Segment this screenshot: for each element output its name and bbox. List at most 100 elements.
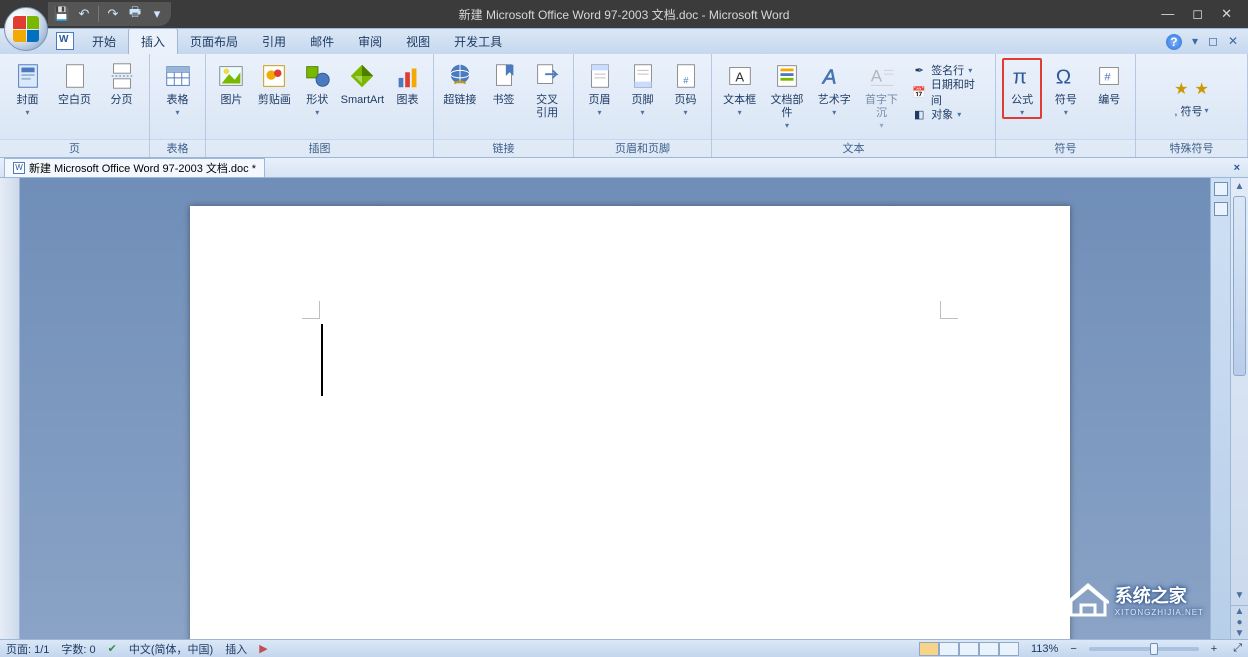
- scroll-thumb[interactable]: [1233, 196, 1246, 376]
- table-button[interactable]: 表格▾: [156, 58, 199, 117]
- zoom-out-button[interactable]: −: [1070, 643, 1076, 655]
- browse-object-icon[interactable]: ●: [1236, 617, 1242, 628]
- window-title: 新建 Microsoft Office Word 97-2003 文档.doc …: [0, 6, 1248, 23]
- side-panel: [1210, 178, 1230, 639]
- wordart-button[interactable]: A 艺术字▾: [813, 58, 856, 117]
- object-button[interactable]: ◧ 对象 ▾: [911, 104, 985, 124]
- chart-button[interactable]: 图表: [388, 58, 427, 107]
- bookmark-button[interactable]: 书签: [484, 58, 524, 107]
- text-cursor: [321, 324, 323, 396]
- group-links: 超链接 书签 交叉 引用 链接: [434, 54, 574, 157]
- smartart-button[interactable]: SmartArt: [341, 58, 384, 107]
- blank-page-button[interactable]: 空白页: [53, 58, 96, 107]
- picture-button[interactable]: 图片: [212, 58, 251, 107]
- table-icon: [162, 60, 194, 92]
- signature-icon: ✒: [911, 62, 927, 78]
- qat-more-icon[interactable]: ▾: [149, 6, 165, 22]
- ribbon-restore-icon[interactable]: ◻: [1208, 34, 1218, 50]
- next-page-icon[interactable]: ▼: [1235, 628, 1245, 639]
- qat-save-icon[interactable]: 💾: [54, 6, 70, 22]
- footer-icon: [627, 60, 659, 92]
- tab-home[interactable]: 开始: [80, 29, 128, 54]
- view-full-screen[interactable]: [939, 642, 959, 656]
- view-outline[interactable]: [979, 642, 999, 656]
- maximize-button[interactable]: ◻: [1192, 6, 1203, 22]
- wordart-icon: A: [818, 60, 850, 92]
- vertical-scrollbar[interactable]: ▲ ▼ ▲ ● ▼: [1230, 178, 1248, 639]
- prev-page-icon[interactable]: ▲: [1235, 606, 1245, 617]
- dropcap-button[interactable]: A 首字下沉▾: [860, 58, 903, 130]
- zoom-value[interactable]: 113%: [1031, 643, 1058, 655]
- minimize-button[interactable]: —: [1161, 6, 1174, 22]
- view-web-layout[interactable]: [959, 642, 979, 656]
- help-icon[interactable]: ?: [1166, 34, 1182, 50]
- status-words[interactable]: 字数: 0: [61, 641, 95, 657]
- qat-undo-icon[interactable]: ↶: [76, 6, 92, 22]
- shapes-button[interactable]: 形状▾: [298, 58, 337, 117]
- status-mode[interactable]: 插入: [225, 641, 247, 657]
- scroll-up-arrow[interactable]: ▲: [1231, 178, 1248, 194]
- title-bar: 💾 ↶ ↷ 🖶 ▾ 新建 Microsoft Office Word 97-20…: [0, 0, 1248, 28]
- header-button[interactable]: 页眉▾: [580, 58, 619, 117]
- qat-redo-icon[interactable]: ↷: [105, 6, 121, 22]
- symbol-button[interactable]: Ω 符号▾: [1046, 58, 1085, 117]
- tab-layout[interactable]: 页面布局: [178, 29, 250, 54]
- side-panel-btn-1[interactable]: [1214, 182, 1228, 196]
- document-tab[interactable]: W 新建 Microsoft Office Word 97-2003 文档.do…: [4, 158, 265, 177]
- qat-print-icon[interactable]: 🖶: [127, 6, 143, 22]
- special-glyph-1: ★: [1174, 79, 1188, 99]
- cover-page-icon: [12, 60, 44, 92]
- tab-mailings[interactable]: 邮件: [298, 29, 346, 54]
- margin-corner-tr: [940, 301, 958, 319]
- view-draft[interactable]: [999, 642, 1019, 656]
- number-button[interactable]: # 编号: [1090, 58, 1129, 107]
- page[interactable]: [190, 206, 1070, 639]
- document-tab-close[interactable]: ×: [1226, 162, 1248, 174]
- tab-insert[interactable]: 插入: [128, 28, 178, 54]
- status-language[interactable]: 中文(简体，中国): [129, 641, 213, 657]
- special-symbol-button[interactable]: , 符号▾: [1174, 103, 1208, 119]
- status-proof-icon[interactable]: ✔: [108, 642, 117, 655]
- tab-developer[interactable]: 开发工具: [442, 29, 514, 54]
- close-button[interactable]: ✕: [1221, 6, 1232, 22]
- qat-separator: [98, 6, 99, 22]
- tab-review[interactable]: 审阅: [346, 29, 394, 54]
- ribbon-minimize-icon[interactable]: ▾: [1192, 34, 1198, 50]
- zoom-slider-knob[interactable]: [1150, 643, 1158, 655]
- document-tab-label: 新建 Microsoft Office Word 97-2003 文档.doc …: [29, 160, 256, 176]
- scroll-down-arrow[interactable]: ▼: [1231, 587, 1248, 603]
- group-tables: 表格▾ 表格: [150, 54, 206, 157]
- svg-text:#: #: [683, 76, 689, 86]
- date-time-icon: 📅: [911, 84, 927, 100]
- footer-button[interactable]: 页脚▾: [623, 58, 662, 117]
- equation-button[interactable]: π 公式▾: [1002, 58, 1042, 119]
- ribbon-close-icon[interactable]: ✕: [1228, 34, 1238, 50]
- word-doc-icon: [56, 32, 74, 50]
- smartart-icon: [346, 60, 378, 92]
- special-glyph-2: ★: [1195, 79, 1209, 99]
- status-expand-icon[interactable]: ⤢: [1233, 642, 1242, 655]
- tab-view[interactable]: 视图: [394, 29, 442, 54]
- document-canvas[interactable]: 系统之家 XITONGZHIJIA.NET: [20, 178, 1210, 639]
- office-button[interactable]: [4, 7, 48, 51]
- clipart-button[interactable]: 剪贴画: [255, 58, 294, 107]
- cover-page-button[interactable]: 封面▾: [6, 58, 49, 117]
- quick-parts-button[interactable]: 文档部件▾: [765, 58, 808, 130]
- document-tab-bar: W 新建 Microsoft Office Word 97-2003 文档.do…: [0, 158, 1248, 178]
- zoom-in-button[interactable]: +: [1211, 643, 1217, 655]
- status-page[interactable]: 页面: 1/1: [6, 641, 49, 657]
- page-break-button[interactable]: 分页: [100, 58, 143, 107]
- document-tab-icon: W: [13, 162, 25, 174]
- hyperlink-button[interactable]: 超链接: [440, 58, 480, 107]
- crossref-button[interactable]: 交叉 引用: [527, 58, 567, 120]
- date-time-button[interactable]: 📅 日期和时间: [911, 82, 985, 102]
- group-header-footer: 页眉▾ 页脚▾ # 页码▾ 页眉和页脚: [574, 54, 712, 157]
- status-macro-icon[interactable]: ▶: [259, 642, 267, 655]
- zoom-slider[interactable]: [1089, 647, 1199, 651]
- page-number-button[interactable]: # 页码▾: [666, 58, 705, 117]
- tab-references[interactable]: 引用: [250, 29, 298, 54]
- side-panel-btn-2[interactable]: [1214, 202, 1228, 216]
- textbox-button[interactable]: A 文本框▾: [718, 58, 761, 117]
- view-print-layout[interactable]: [919, 642, 939, 656]
- quick-parts-icon: [771, 60, 803, 92]
